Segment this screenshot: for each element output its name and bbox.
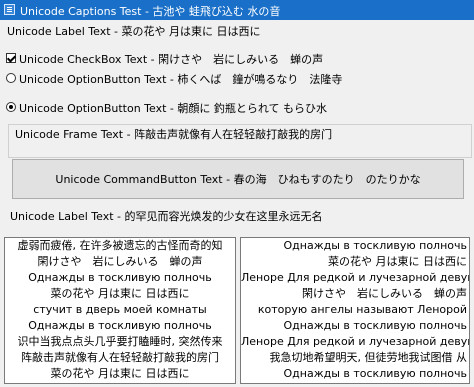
unicode-label-2: Unicode Label Text - 的罕见而容光焕发的少女在这里永远无名 bbox=[10, 210, 323, 223]
frame-caption: Unicode Frame Text - 阵敲击声就像有人在轻轻敲打敲我的房门 bbox=[15, 128, 333, 141]
list-item[interactable]: 我急切地希望明天, 但徒劳地我试图借 从 bbox=[241, 350, 469, 366]
list-item[interactable]: Однажды в тоскливую полночь bbox=[241, 238, 469, 254]
list-item[interactable]: 菜の花や 月は東に 日は西に bbox=[5, 366, 235, 382]
unicode-label-1: Unicode Label Text - 菜の花や 月は東に 日は西に bbox=[7, 25, 261, 38]
option-button-2-radio[interactable] bbox=[6, 102, 16, 112]
list-item[interactable]: 识中当我点点头几乎要打瞌睡时, 突然传来 bbox=[5, 334, 235, 350]
list-item[interactable]: Однажды в тоскливую полночь bbox=[241, 318, 469, 334]
unicode-option-button-1-label[interactable]: Unicode OptionButton Text - 柿くへば 鐘が鳴るなり … bbox=[19, 71, 342, 87]
unicode-command-button[interactable]: Unicode CommandButton Text - 春の海 ひねもすのたり… bbox=[12, 159, 464, 199]
list-item[interactable]: 虚弱而疲倦, 在许多被遗忘的古怪而奇的知 bbox=[5, 238, 235, 254]
list-item[interactable]: 閑けさや 岩にしみいる 蝉の声 bbox=[241, 286, 469, 302]
unicode-checkbox-label[interactable]: Unicode CheckBox Text - 閑けさや 岩にしみいる 蝉の声 bbox=[19, 51, 323, 67]
list-item[interactable]: Леноре Для редкой и лучезарной девушки bbox=[241, 270, 469, 286]
list-item[interactable]: Леноре Для редкой и лучезарной девушки bbox=[241, 334, 469, 350]
window-title: Unicode Captions Test - 古池や 蛙飛び込む 水の音 bbox=[20, 5, 281, 18]
list-item[interactable]: которую ангелы называют Ленорой bbox=[241, 302, 469, 318]
list-item[interactable]: Однажды в тоскливую полночь bbox=[5, 270, 235, 286]
title-bar[interactable]: Unicode Captions Test - 古池や 蛙飛び込む 水の音 bbox=[0, 0, 474, 20]
list-item[interactable]: 菜の花や 月は東に 日は西に bbox=[241, 254, 469, 270]
unicode-list-right[interactable]: Однажды в тоскливую полночь 菜の花や 月は東に 日は… bbox=[240, 237, 470, 384]
checkbox-box[interactable] bbox=[6, 53, 16, 63]
app-icon[interactable] bbox=[4, 4, 15, 15]
list-item[interactable]: 閑けさや 岩にしみいる 蝉の声 bbox=[5, 254, 235, 270]
unicode-option-button-2-label[interactable]: Unicode OptionButton Text - 朝顔に 釣瓶とられて も… bbox=[19, 100, 327, 116]
unicode-list-left[interactable]: 虚弱而疲倦, 在许多被遗忘的古怪而奇的知 閑けさや 岩にしみいる 蝉の声 Одн… bbox=[4, 237, 236, 384]
list-item[interactable]: Однажды в тоскливую полночь bbox=[241, 366, 469, 382]
list-item[interactable]: Однажды в тоскливую полночь bbox=[5, 318, 235, 334]
option-button-1-radio[interactable] bbox=[6, 73, 16, 83]
list-item[interactable]: 菜の花や 月は東に 日は西に bbox=[5, 286, 235, 302]
list-item[interactable]: 阵敲击声就像有人在轻轻敲打敲我的房门 bbox=[5, 350, 235, 366]
list-item[interactable]: стучит в дверь моей комнаты bbox=[5, 302, 235, 318]
